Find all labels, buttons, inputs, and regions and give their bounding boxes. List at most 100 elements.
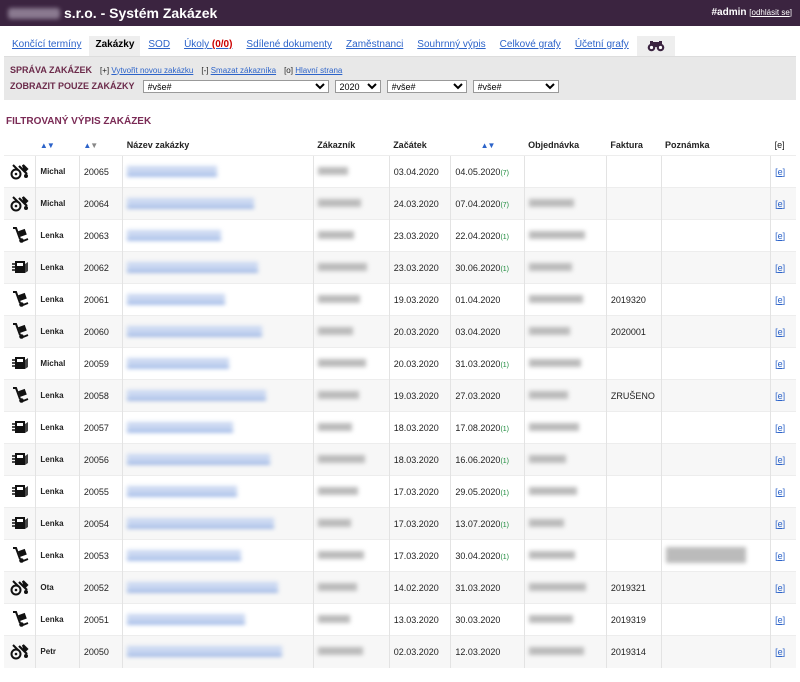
order-name-redacted[interactable]	[127, 613, 246, 624]
edit-link[interactable]: [e]	[775, 327, 785, 337]
row-order-name[interactable]	[122, 187, 314, 220]
row-edit[interactable]: [e]	[770, 571, 796, 604]
row-edit[interactable]: [e]	[770, 443, 796, 476]
order-name-redacted[interactable]	[127, 485, 238, 496]
edit-link[interactable]: [e]	[775, 391, 785, 401]
order-name-redacted[interactable]	[127, 517, 275, 528]
row-order-name[interactable]	[122, 635, 314, 668]
order-name-redacted[interactable]	[127, 421, 234, 432]
row-edit[interactable]: [e]	[770, 379, 796, 412]
row-edit[interactable]: [e]	[770, 347, 796, 380]
row-number: 20055	[78, 475, 123, 508]
order-name-redacted[interactable]	[127, 261, 259, 272]
create-order-link[interactable]: Vytvořit novou zakázku	[111, 66, 193, 75]
row-edit[interactable]: [e]	[770, 219, 796, 252]
row-edit[interactable]: [e]	[770, 507, 796, 540]
edit-link[interactable]: [e]	[775, 231, 785, 241]
row-order-name[interactable]	[122, 347, 314, 380]
row-order-name[interactable]	[122, 155, 314, 188]
order-name-redacted[interactable]	[127, 165, 218, 176]
filter-year-select[interactable]: 2020	[334, 79, 381, 93]
row-edit[interactable]: [e]	[770, 635, 796, 668]
row-invoice	[605, 443, 662, 476]
row-order-name[interactable]	[122, 571, 314, 604]
header-number-sort[interactable]: ▲▼	[79, 135, 122, 156]
order-name-redacted[interactable]	[127, 645, 283, 656]
row-note	[660, 411, 771, 444]
tab-total-charts[interactable]: Celkové grafy	[493, 36, 567, 56]
edit-link[interactable]: [e]	[775, 455, 785, 465]
row-edit[interactable]: [e]	[770, 475, 796, 508]
bike-tools-icon	[4, 571, 36, 604]
tab-shared-documents[interactable]: Sdílené dokumenty	[240, 36, 339, 56]
row-order-name[interactable]	[122, 603, 314, 636]
edit-link[interactable]: [e]	[775, 647, 785, 657]
row-order-name[interactable]	[122, 251, 314, 284]
edit-link[interactable]: [e]	[775, 615, 785, 625]
delete-customer-link[interactable]: Smazat zákazníka	[211, 66, 276, 75]
order-name-redacted[interactable]	[127, 229, 222, 240]
row-edit[interactable]: [e]	[770, 603, 796, 636]
order-name-redacted[interactable]	[127, 389, 267, 400]
filter-customer-select[interactable]: #vše#	[142, 79, 329, 93]
edit-link[interactable]: [e]	[775, 583, 785, 593]
row-edit[interactable]: [e]	[770, 155, 796, 188]
customer-redacted	[317, 390, 359, 399]
row-purchase-order	[523, 539, 607, 572]
tab-sod[interactable]: SOD	[142, 36, 177, 56]
row-order-name[interactable]	[122, 507, 314, 540]
header-end-sort[interactable]: ▲▼	[451, 135, 524, 156]
edit-link[interactable]: [e]	[775, 551, 785, 561]
row-order-name[interactable]	[122, 475, 314, 508]
end-date-value: 13.07.2020	[455, 518, 501, 529]
logout-link[interactable]: odhlásit se	[752, 8, 790, 17]
order-name-redacted[interactable]	[127, 197, 255, 208]
row-order-name[interactable]	[122, 315, 314, 348]
tab-accounting-charts[interactable]: Účetní grafy	[568, 36, 635, 56]
order-name-redacted[interactable]	[127, 357, 230, 368]
row-edit[interactable]: [e]	[770, 411, 796, 444]
edit-link[interactable]: [e]	[775, 359, 785, 369]
row-order-name[interactable]	[122, 411, 314, 444]
row-person: Lenka	[35, 603, 80, 636]
row-purchase-order	[523, 635, 607, 668]
row-edit[interactable]: [e]	[770, 283, 796, 316]
edit-link[interactable]: [e]	[775, 167, 785, 177]
row-customer	[312, 571, 390, 604]
tab-summary[interactable]: Souhrnný výpis	[411, 36, 492, 56]
sort-arrows-icon[interactable]: ▲▼	[481, 141, 496, 150]
row-order-name[interactable]	[122, 379, 314, 412]
edit-link[interactable]: [e]	[775, 263, 785, 273]
row-order-name[interactable]	[122, 539, 314, 572]
tab-search[interactable]	[636, 36, 675, 56]
edit-link[interactable]: [e]	[775, 199, 785, 209]
edit-link[interactable]: [e]	[775, 487, 785, 497]
header-person-sort[interactable]: ▲▼	[36, 135, 79, 156]
edit-link[interactable]: [e]	[775, 423, 785, 433]
row-edit[interactable]: [e]	[770, 315, 796, 348]
home-link[interactable]: Hlavní strana	[295, 66, 342, 75]
row-customer	[312, 219, 390, 252]
order-name-redacted[interactable]	[127, 293, 226, 304]
row-order-name[interactable]	[122, 283, 314, 316]
edit-link[interactable]: [e]	[775, 295, 785, 305]
tab-orders[interactable]: Zakázky	[89, 36, 141, 56]
tab-employees[interactable]: Zaměstnanci	[340, 36, 410, 56]
edit-link[interactable]: [e]	[775, 519, 785, 529]
filter-person-select[interactable]: #vše#	[386, 79, 467, 93]
order-name-redacted[interactable]	[127, 325, 263, 336]
row-order-name[interactable]	[122, 443, 314, 476]
tab-ending-deadlines[interactable]: Končící termíny	[6, 36, 88, 56]
order-redacted	[528, 326, 570, 335]
order-name-redacted[interactable]	[127, 453, 271, 464]
tab-tasks[interactable]: Úkoly (0/0)	[178, 36, 239, 56]
filter-type-select[interactable]: #vše#	[472, 79, 559, 93]
order-name-redacted[interactable]	[127, 581, 279, 592]
sort-arrows-icon[interactable]: ▲▼	[40, 141, 55, 150]
sort-arrows-icon[interactable]: ▲▼	[83, 141, 98, 150]
row-edit[interactable]: [e]	[770, 187, 796, 220]
row-order-name[interactable]	[122, 219, 314, 252]
row-edit[interactable]: [e]	[770, 539, 796, 572]
row-edit[interactable]: [e]	[770, 251, 796, 284]
order-name-redacted[interactable]	[127, 549, 242, 560]
